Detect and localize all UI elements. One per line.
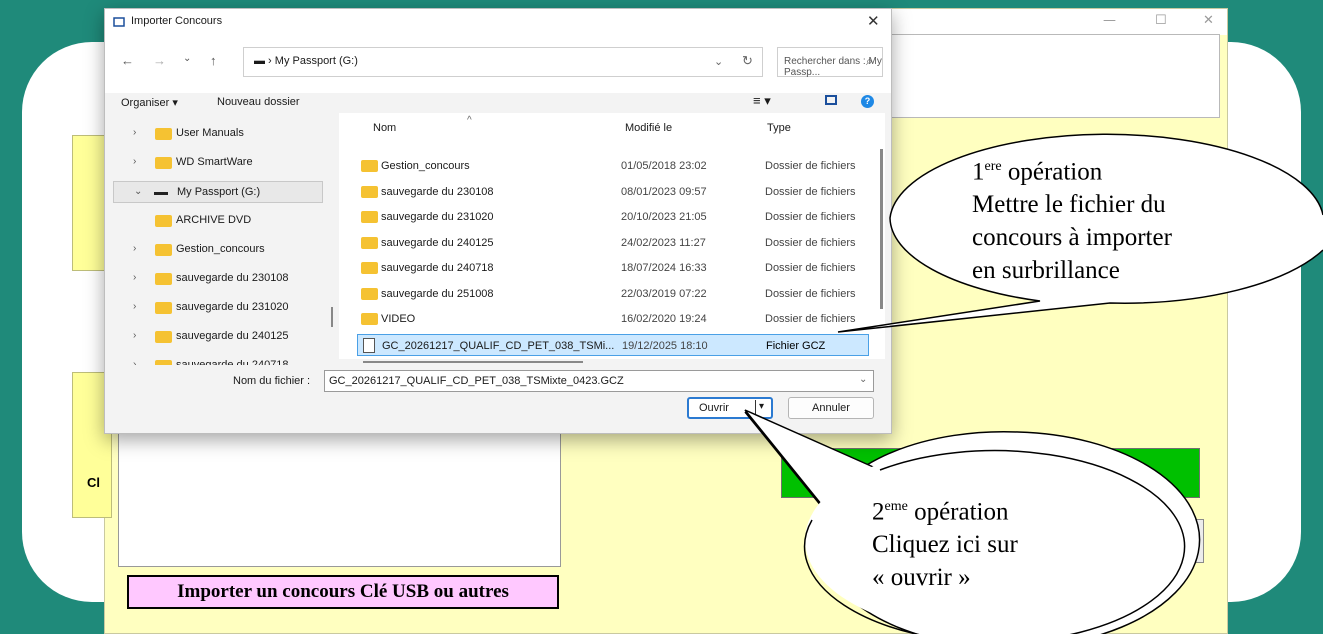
callout-1-sup: ere (984, 159, 1002, 174)
callout-2-line-2: « ouvrir » (872, 564, 971, 592)
callout-1-line-1: Mettre le fichier du (972, 191, 1166, 219)
callout-2-sup: eme (884, 499, 908, 514)
callout-shapes (744, 133, 1323, 634)
callout-2-number: 2 (872, 498, 885, 526)
callout-1-number: 1 (972, 158, 985, 186)
callout-1-word: opération (1001, 158, 1103, 186)
callout-1-text: 1ere opération Mettre le fichier du conc… (972, 150, 1172, 287)
callout-2-line-1: Cliquez ici sur (872, 531, 1018, 559)
callout-1-line-2: concours à importer (972, 224, 1172, 252)
callout-1-line-3: en surbrillance (972, 257, 1120, 285)
callout-2-text: 2eme opération Cliquez ici sur « ouvrir … (872, 490, 1018, 594)
callout-2-word: opération (907, 498, 1009, 526)
